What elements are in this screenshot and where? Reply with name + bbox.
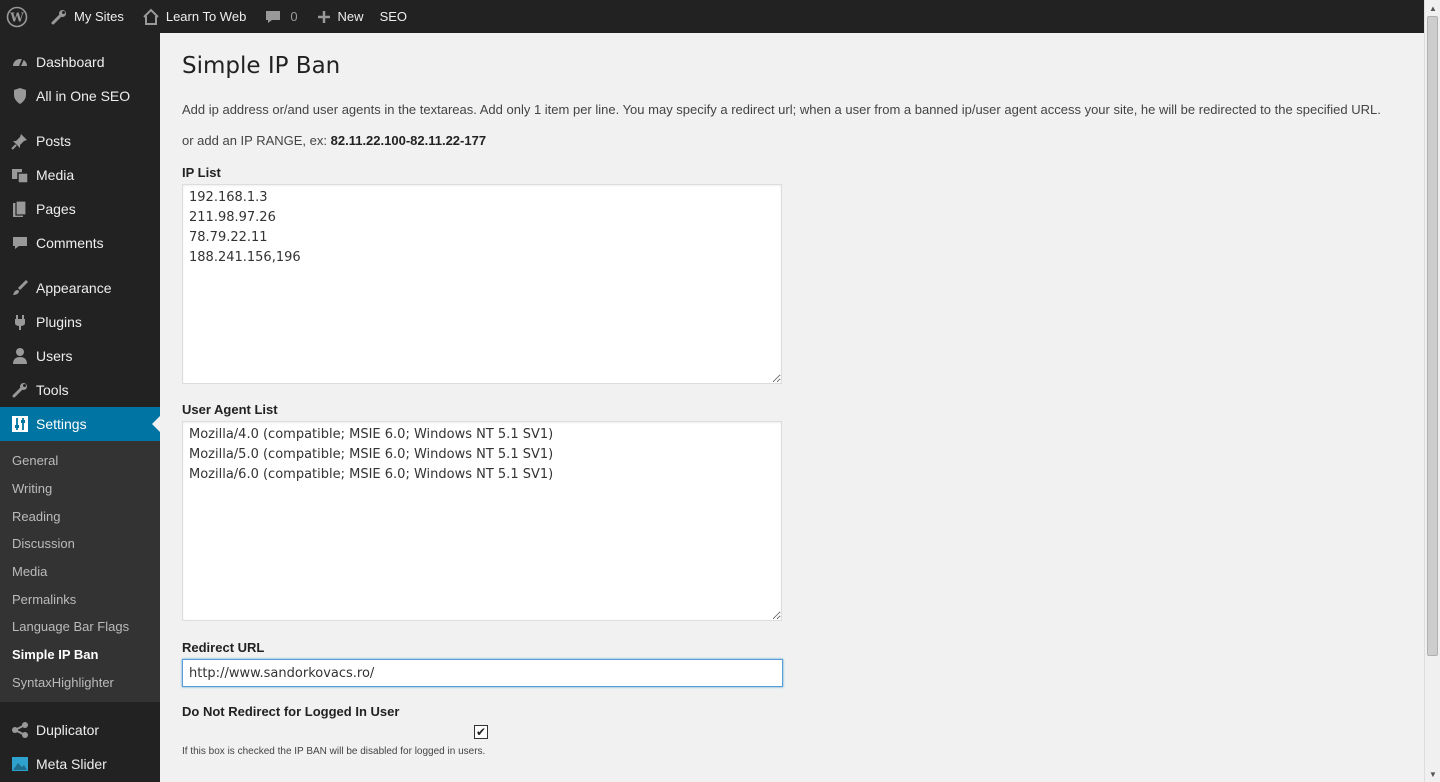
menu-all-in-one-seo[interactable]: All in One SEO [0, 79, 160, 113]
menu-tools-label: Tools [36, 382, 69, 398]
svg-text:W: W [9, 10, 24, 24]
menu-meta-slider[interactable]: Meta Slider [0, 747, 160, 781]
menu-separator [0, 113, 160, 124]
submenu-media[interactable]: Media [0, 558, 160, 586]
menu-users-label: Users [36, 348, 73, 364]
menu-duplicator[interactable]: Duplicator [0, 713, 160, 747]
menu-dashboard-label: Dashboard [36, 54, 105, 70]
plug-icon [10, 312, 30, 332]
menu-settings-label: Settings [36, 416, 87, 432]
menu-pages-label: Pages [36, 201, 76, 217]
wordpress-logo-button[interactable]: W [0, 0, 36, 33]
user-agent-list-label: User Agent List [182, 402, 278, 417]
wrench-icon [50, 8, 68, 26]
plugin-description: Add ip address or/and user agents in the… [182, 102, 1381, 117]
my-sites-menu[interactable]: My Sites [42, 0, 132, 33]
menu-comments[interactable]: Comments [0, 226, 160, 260]
page-title: Simple IP Ban [182, 53, 341, 79]
new-content-menu[interactable]: New [308, 0, 372, 33]
submenu-language-bar-flags[interactable]: Language Bar Flags [0, 613, 160, 641]
main-content: Simple IP Ban Add ip address or/and user… [182, 33, 1402, 757]
menu-separator [0, 702, 160, 713]
vertical-scrollbar[interactable]: ▲ ▼ [1424, 0, 1440, 782]
submenu-writing[interactable]: Writing [0, 475, 160, 503]
submenu-general[interactable]: General [0, 447, 160, 475]
submenu-reading[interactable]: Reading [0, 502, 160, 530]
site-name-label: Learn To Web [165, 9, 247, 24]
submenu-syntaxhighlighter[interactable]: SyntaxHighlighter [0, 669, 160, 697]
scroll-down-arrow-icon[interactable]: ▼ [1425, 766, 1440, 782]
menu-dashboard[interactable]: Dashboard [0, 45, 160, 79]
menu-tools[interactable]: Tools [0, 373, 160, 407]
scroll-up-arrow-icon[interactable]: ▲ [1425, 0, 1440, 16]
submenu-discussion[interactable]: Discussion [0, 530, 160, 558]
admin-sidebar: Dashboard All in One SEO Posts Media Pag… [0, 33, 160, 782]
menu-media-label: Media [36, 167, 75, 183]
no-redirect-checkbox-row: ✔ [182, 723, 1402, 745]
menu-separator [0, 260, 160, 271]
menu-settings[interactable]: Settings [0, 407, 160, 441]
wordpress-icon: W [6, 6, 28, 28]
scrollbar-thumb[interactable] [1427, 16, 1438, 656]
menu-posts[interactable]: Posts [0, 124, 160, 158]
comments-menu[interactable]: 0 [256, 0, 305, 33]
redirect-url-label: Redirect URL [182, 640, 265, 655]
submenu-simple-ip-ban[interactable]: Simple IP Ban [0, 641, 160, 669]
comment-icon [264, 8, 282, 26]
admin-bar: W My Sites Learn To Web 0 New SEO [0, 0, 1424, 33]
seo-menu[interactable]: SEO [372, 0, 415, 33]
menu-posts-label: Posts [36, 133, 72, 149]
home-icon [142, 8, 160, 26]
menu-users[interactable]: Users [0, 339, 160, 373]
menu-plugins-label: Plugins [36, 314, 82, 330]
menu-media[interactable]: Media [0, 158, 160, 192]
site-name-menu[interactable]: Learn To Web [134, 0, 254, 33]
menu-appearance[interactable]: Appearance [0, 271, 160, 305]
dashboard-icon [10, 52, 30, 72]
user-agent-list-textarea[interactable]: Mozilla/4.0 (compatible; MSIE 6.0; Windo… [182, 421, 782, 621]
ip-list-label: IP List [182, 165, 221, 180]
menu-plugins[interactable]: Plugins [0, 305, 160, 339]
comment-icon [10, 233, 30, 253]
shield-icon [10, 86, 30, 106]
pin-icon [10, 131, 30, 151]
plus-icon [316, 9, 332, 25]
ip-range-hint: or add an IP RANGE, ex: 82.11.22.100-82.… [182, 133, 1402, 148]
menu-all-in-one-seo-label: All in One SEO [36, 88, 131, 104]
menu-comments-label: Comments [36, 235, 104, 251]
menu-appearance-label: Appearance [36, 280, 112, 296]
ip-range-example: 82.11.22.100-82.11.22-177 [330, 133, 487, 148]
checkmark-icon: ✔ [475, 725, 487, 739]
menu-pages[interactable]: Pages [0, 192, 160, 226]
ip-range-prefix: or add an IP RANGE, ex: [182, 133, 331, 148]
new-label: New [337, 9, 364, 24]
wrench-icon [10, 380, 30, 400]
pages-icon [10, 199, 30, 219]
redirect-url-input[interactable] [182, 659, 783, 687]
no-redirect-logged-in-label: Do Not Redirect for Logged In User [182, 704, 400, 719]
menu-duplicator-label: Duplicator [36, 722, 100, 739]
no-redirect-logged-in-checkbox[interactable]: ✔ [474, 725, 488, 739]
settings-submenu: General Writing Reading Discussion Media… [0, 441, 160, 703]
media-icon [10, 165, 30, 185]
share-icon [10, 720, 30, 740]
submenu-permalinks[interactable]: Permalinks [0, 585, 160, 613]
brush-icon [10, 278, 30, 298]
image-icon [10, 754, 30, 774]
seo-label: SEO [379, 9, 408, 24]
menu-meta-slider-label: Meta Slider [36, 756, 107, 773]
ip-list-textarea[interactable]: 192.168.1.3 211.98.97.26 78.79.22.11 188… [182, 184, 782, 384]
sliders-icon [10, 414, 30, 434]
comments-count: 0 [290, 9, 298, 24]
no-redirect-hint: If this box is checked the IP BAN will b… [182, 746, 486, 757]
user-icon [10, 346, 30, 366]
my-sites-label: My Sites [74, 9, 124, 24]
